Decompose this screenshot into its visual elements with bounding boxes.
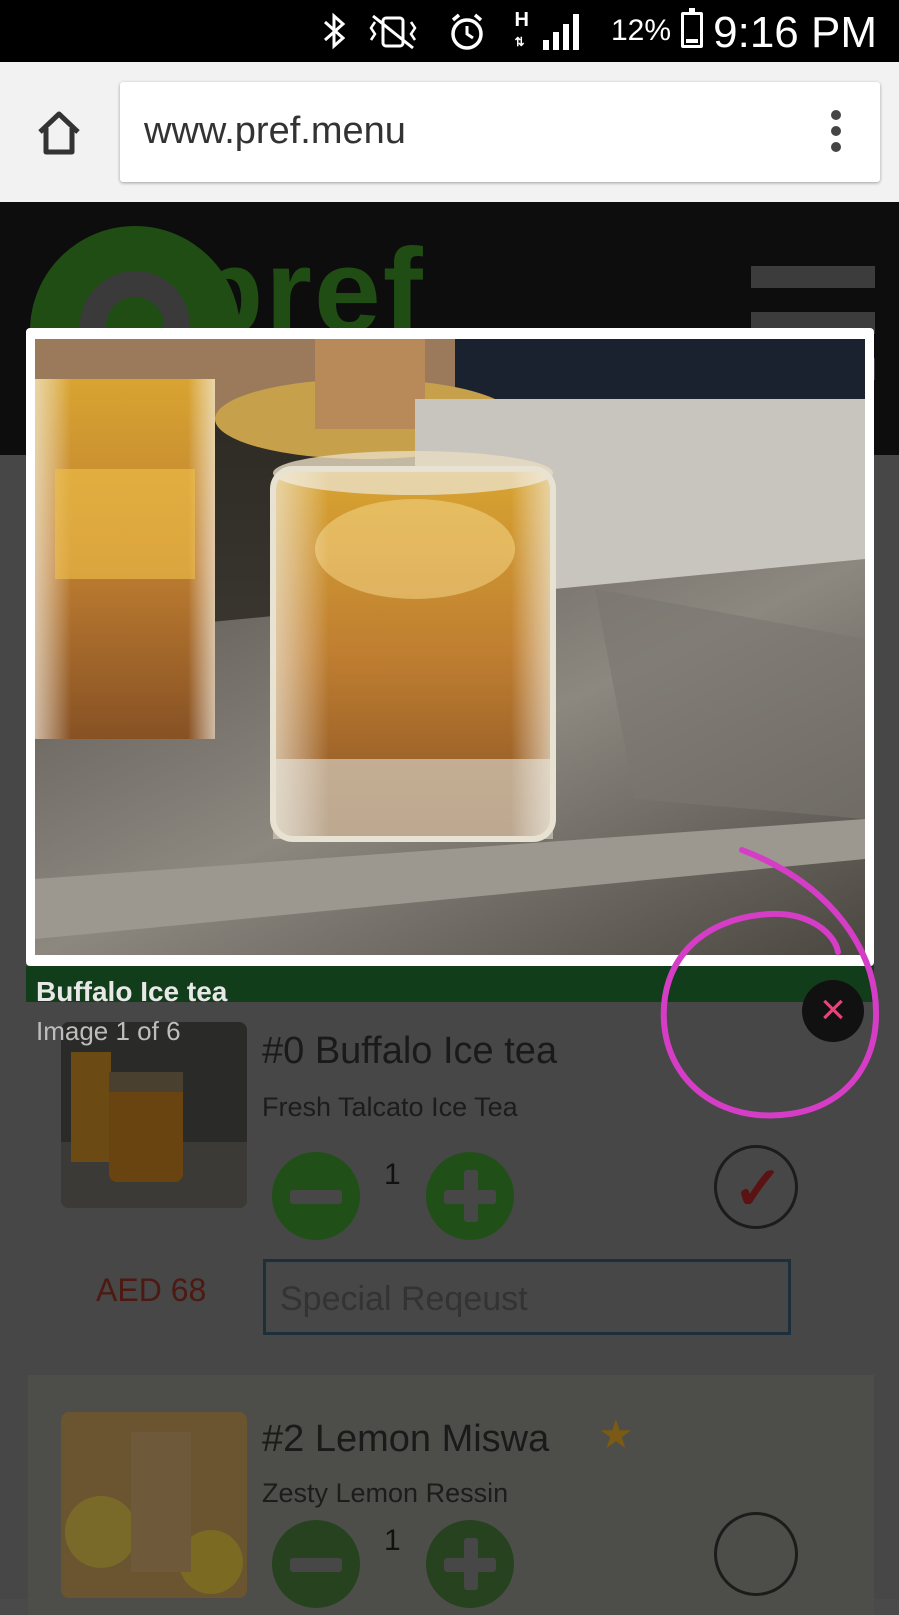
select-item-toggle[interactable]: ✓ [714, 1145, 798, 1229]
battery-icon [681, 8, 703, 48]
quantity-value: 1 [384, 1524, 401, 1557]
item-thumbnail[interactable] [61, 1022, 247, 1208]
hspa-icon: H ⇅ [514, 9, 529, 49]
select-item-toggle[interactable] [714, 1512, 798, 1596]
item-description: Fresh Talcato Ice Tea [262, 1092, 518, 1122]
clock: 9:16 PM [713, 8, 877, 57]
annotation-circle [660, 847, 880, 1119]
overflow-menu-icon[interactable] [830, 110, 842, 154]
status-bar: H ⇅ 12% 9:16 PM [0, 0, 899, 62]
item-price: AED 68 [96, 1272, 207, 1308]
star-icon: ★ [598, 1413, 634, 1457]
vibrate-mute-icon [365, 12, 421, 58]
item-title[interactable]: #2 Lemon Miswa [262, 1418, 549, 1461]
bluetooth-icon [321, 12, 349, 58]
special-request-input[interactable]: Special Reqeust [263, 1259, 791, 1335]
browser-toolbar: www.pref.menu [0, 62, 899, 202]
special-request-placeholder: Special Reqeust [280, 1280, 528, 1318]
item-thumbnail[interactable] [61, 1412, 247, 1598]
quantity-value: 1 [384, 1158, 401, 1191]
url-bar[interactable]: www.pref.menu [120, 82, 880, 182]
increase-quantity-button[interactable] [426, 1520, 514, 1608]
battery-percentage: 12% [610, 14, 671, 47]
url-text[interactable]: www.pref.menu [144, 110, 406, 153]
item-description: Zesty Lemon Ressin [262, 1478, 509, 1508]
increase-quantity-button[interactable] [426, 1152, 514, 1240]
lightbox-image-counter: Image 1 of 6 [36, 1016, 181, 1046]
item-title[interactable]: #0 Buffalo Ice tea [262, 1030, 557, 1073]
signal-icon [541, 12, 585, 60]
lightbox-caption: Buffalo Ice tea [36, 976, 228, 1007]
alarm-icon [447, 12, 487, 60]
decrease-quantity-button[interactable] [272, 1520, 360, 1608]
decrease-quantity-button[interactable] [272, 1152, 360, 1240]
checkmark-icon: ✓ [733, 1155, 784, 1222]
home-icon[interactable] [34, 108, 84, 158]
